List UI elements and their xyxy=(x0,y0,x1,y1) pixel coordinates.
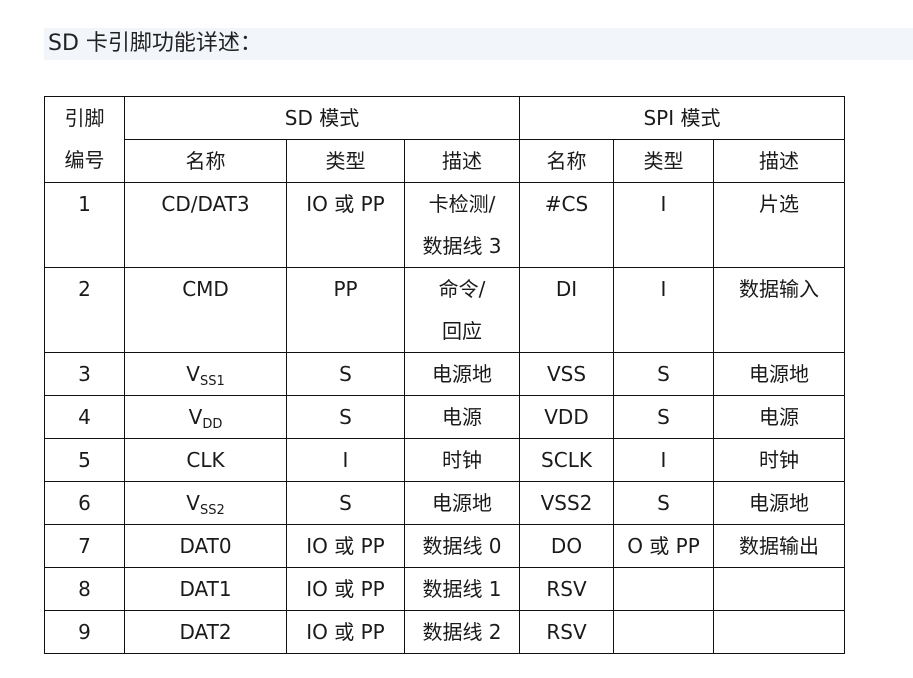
spi-name: RSV xyxy=(519,567,614,611)
sd-desc: 时钟 xyxy=(404,438,520,482)
sd-name-main: V xyxy=(186,362,200,386)
spi-desc: 电源 xyxy=(713,395,845,439)
spi-type xyxy=(613,567,714,611)
spi-name: DO xyxy=(519,524,614,568)
table-row: 3 VSS1 S 电源地 VSS S 电源地 xyxy=(44,352,845,396)
spi-desc: 电源地 xyxy=(713,352,845,396)
spi-type: S xyxy=(613,481,714,525)
spi-desc: 数据输出 xyxy=(713,524,845,568)
page-heading: SD 卡引脚功能详述： xyxy=(44,28,913,60)
spi-name: #CS xyxy=(519,182,614,268)
spi-mode-header: SPI 模式 xyxy=(519,96,845,140)
spi-type: I xyxy=(613,267,714,353)
spi-name: DI xyxy=(519,267,614,353)
pin-number: 1 xyxy=(44,182,125,268)
sd-name-subscript: SS1 xyxy=(199,374,225,389)
pin-number: 7 xyxy=(44,524,125,568)
table-row: 8 DAT1 IO 或 PP 数据线 1 RSV xyxy=(44,567,845,611)
spi-name-header: 名称 xyxy=(519,139,614,183)
sd-mode-header: SD 模式 xyxy=(124,96,520,140)
spi-name: VDD xyxy=(519,395,614,439)
sd-name: VSS2 xyxy=(124,481,287,525)
sd-name-header: 名称 xyxy=(124,139,287,183)
pin-number: 5 xyxy=(44,438,125,482)
sd-name: VDD xyxy=(124,395,287,439)
pin-number: 3 xyxy=(44,352,125,396)
table-row: 7 DAT0 IO 或 PP 数据线 0 DO O 或 PP 数据输出 xyxy=(44,524,845,568)
sd-type-header: 类型 xyxy=(286,139,405,183)
spi-desc: 数据输入 xyxy=(713,267,845,353)
sd-pin-table: 引脚 编号 SD 模式 SPI 模式 名称 类型 描述 名称 类型 描述 1 C… xyxy=(44,96,845,654)
pin-number: 9 xyxy=(44,610,125,654)
pin-header-line-2: 编号 xyxy=(64,148,105,172)
sd-name-subscript: SS2 xyxy=(199,503,225,518)
pin-number-header: 引脚 编号 xyxy=(44,96,125,183)
spi-desc: 片选 xyxy=(713,182,845,268)
sd-desc: 数据线 0 xyxy=(404,524,520,568)
pin-number: 2 xyxy=(44,267,125,353)
pin-number: 6 xyxy=(44,481,125,525)
sd-desc-line-1: 命令/ xyxy=(438,277,486,301)
sd-name: DAT2 xyxy=(124,610,287,654)
spi-type: S xyxy=(613,352,714,396)
sd-type: IO 或 PP xyxy=(286,182,405,268)
sd-type: I xyxy=(286,438,405,482)
sd-desc: 命令/ 回应 xyxy=(404,267,520,353)
table-row: 5 CLK I 时钟 SCLK I 时钟 xyxy=(44,438,845,482)
sd-name-main: V xyxy=(186,491,200,515)
spi-type: I xyxy=(613,438,714,482)
sd-type: IO 或 PP xyxy=(286,524,405,568)
table-row: 9 DAT2 IO 或 PP 数据线 2 RSV xyxy=(44,610,845,654)
sd-type: PP xyxy=(286,267,405,353)
pin-number: 4 xyxy=(44,395,125,439)
sd-desc-line-2: 回应 xyxy=(442,319,482,343)
spi-type-header: 类型 xyxy=(613,139,714,183)
sd-name: DAT1 xyxy=(124,567,287,611)
sd-desc: 数据线 2 xyxy=(404,610,520,654)
sd-name-main: V xyxy=(188,405,203,429)
group-header-row: 引脚 编号 SD 模式 SPI 模式 xyxy=(44,96,845,183)
spi-name: SCLK xyxy=(519,438,614,482)
sd-type: S xyxy=(286,395,405,439)
sd-desc: 电源 xyxy=(404,395,520,439)
sd-name-subscript: DD xyxy=(202,417,223,432)
sd-desc: 电源地 xyxy=(404,352,520,396)
spi-desc xyxy=(713,567,845,611)
sd-name: VSS1 xyxy=(124,352,287,396)
spi-name: RSV xyxy=(519,610,614,654)
sd-name: CMD xyxy=(124,267,287,353)
sd-name: DAT0 xyxy=(124,524,287,568)
spi-type: O 或 PP xyxy=(613,524,714,568)
sd-name: CLK xyxy=(124,438,287,482)
sd-desc: 数据线 1 xyxy=(404,567,520,611)
pin-number: 8 xyxy=(44,567,125,611)
sd-type: S xyxy=(286,352,405,396)
sd-name: CD/DAT3 xyxy=(124,182,287,268)
column-header-row: 名称 类型 描述 名称 类型 描述 xyxy=(45,139,845,183)
spi-desc-header: 描述 xyxy=(713,139,845,183)
spi-type: S xyxy=(613,395,714,439)
spi-name: VSS2 xyxy=(519,481,614,525)
sd-desc: 电源地 xyxy=(404,481,520,525)
spi-desc: 时钟 xyxy=(713,438,845,482)
spi-type xyxy=(613,610,714,654)
sd-type: IO 或 PP xyxy=(286,567,405,611)
spi-desc: 电源地 xyxy=(713,481,845,525)
spi-desc xyxy=(713,610,845,654)
sd-desc: 卡检测/ 数据线 3 xyxy=(404,182,520,268)
spi-type: I xyxy=(613,182,714,268)
table-row: 1 CD/DAT3 IO 或 PP 卡检测/ 数据线 3 #CS I 片选 xyxy=(44,182,845,268)
table-row: 6 VSS2 S 电源地 VSS2 S 电源地 xyxy=(44,481,845,525)
sd-type: S xyxy=(286,481,405,525)
pin-header-line-1: 引脚 xyxy=(64,106,105,130)
sd-desc-header: 描述 xyxy=(404,139,520,183)
sd-type: IO 或 PP xyxy=(286,610,405,654)
table-row: 4 VDD S 电源 VDD S 电源 xyxy=(44,395,845,439)
sd-desc-line-2: 数据线 3 xyxy=(422,234,502,258)
sd-desc-line-1: 卡检测/ xyxy=(428,192,496,216)
spi-name: VSS xyxy=(519,352,614,396)
table-row: 2 CMD PP 命令/ 回应 DI I 数据输入 xyxy=(44,267,845,353)
